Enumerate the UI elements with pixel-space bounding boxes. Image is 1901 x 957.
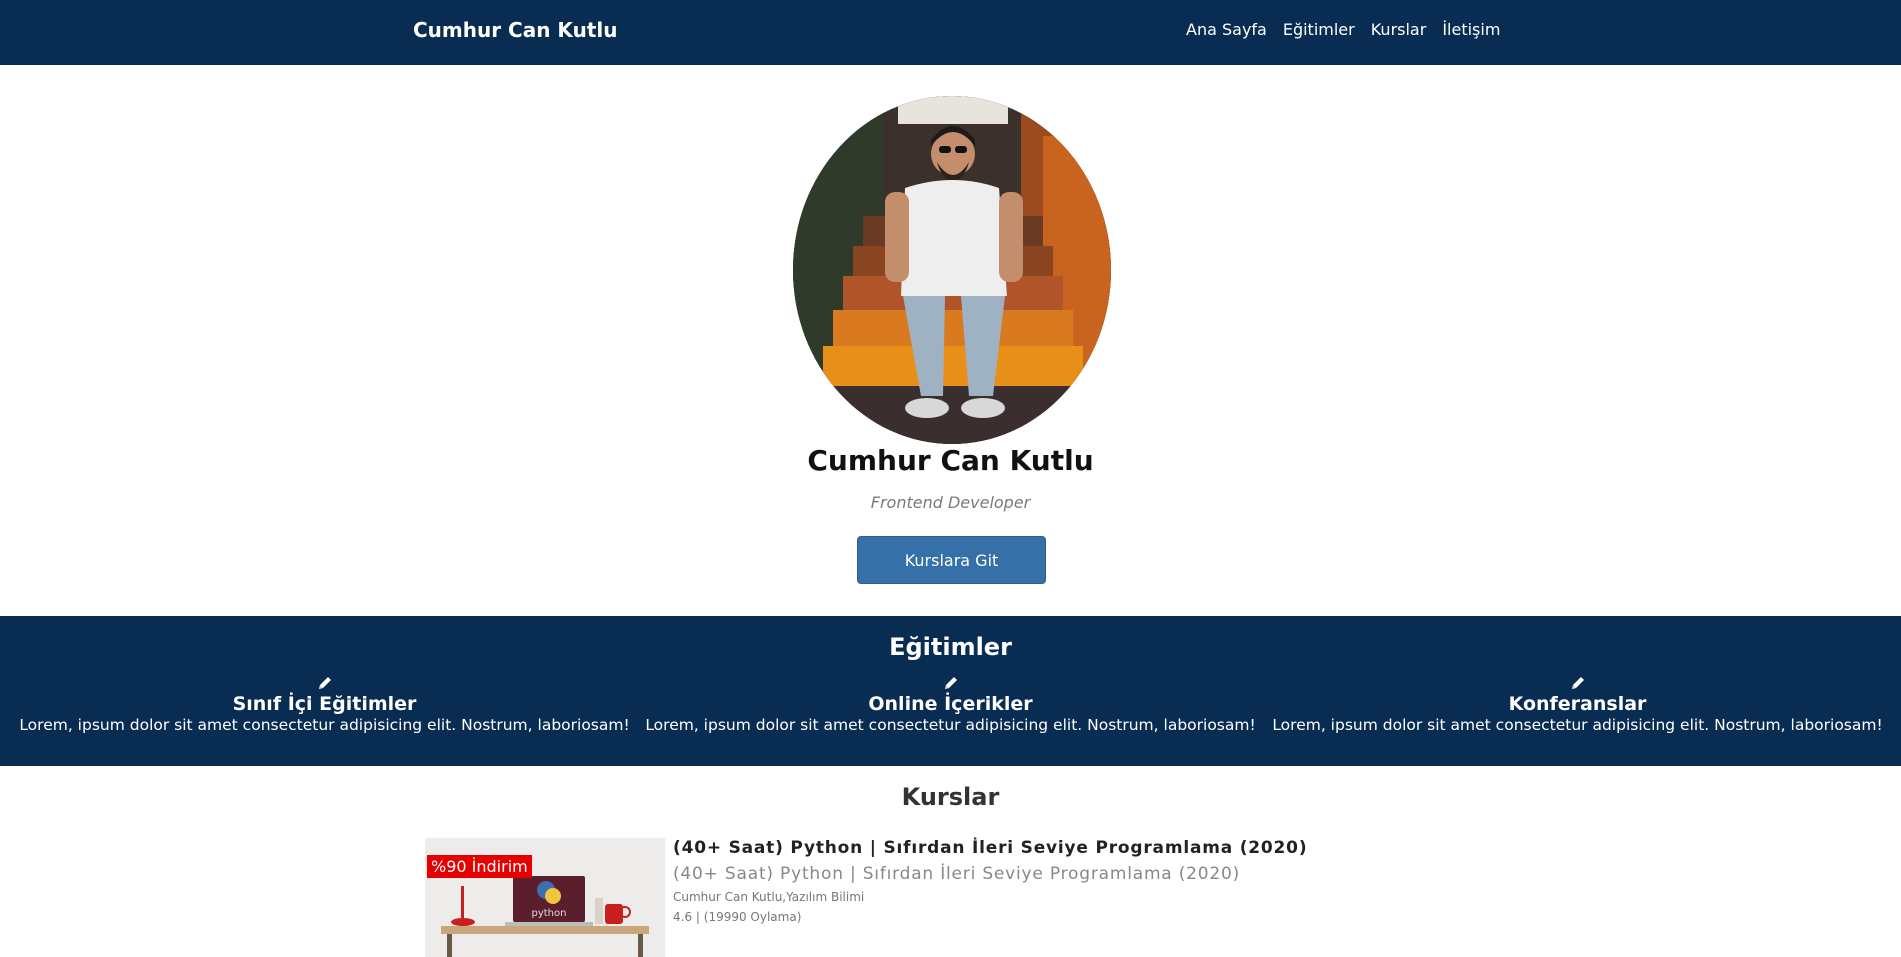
education-item: Sınıf İçi Eğitimler Lorem, ipsum dolor s… [11,674,638,734]
navbar: Cumhur Can Kutlu Ana Sayfa Eğitimler Kur… [0,0,1901,65]
course-info: (40+ Saat) Python | Sıfırdan İleri Seviy… [673,838,1307,924]
education-item-title: Sınıf İçi Eğitimler [232,693,417,715]
go-to-courses-button[interactable]: Kurslara Git [857,536,1046,584]
course-author: Cumhur Can Kutlu,Yazılım Bilimi [673,890,865,904]
hero-job-title: Frontend Developer [870,493,1031,512]
education-heading: Eğitimler [889,633,1012,661]
education-item-text: Lorem, ipsum dolor sit amet consectetur … [19,716,630,734]
education-item: Online İçerikler Lorem, ipsum dolor sit … [637,674,1264,734]
nav-link-home[interactable]: Ana Sayfa [1186,20,1267,39]
brand-logo-text[interactable]: Cumhur Can Kutlu [413,18,617,42]
pencil-icon [1571,677,1584,689]
nav-link-courses[interactable]: Kurslar [1371,20,1427,39]
pencil-icon [318,677,331,689]
profile-photo [793,96,1111,444]
pencil-icon [944,677,957,689]
thumb-text: python [532,908,567,919]
profile-avatar [793,96,1111,444]
education-section: Eğitimler Sınıf İçi Eğitimler Lorem, ips… [0,616,1901,766]
course-thumbnail[interactable]: python %90 İndirim [425,838,665,957]
education-item-title: Konferanslar [1508,693,1647,715]
education-item-text: Lorem, ipsum dolor sit amet consectetur … [645,716,1256,734]
course-title[interactable]: (40+ Saat) Python | Sıfırdan İleri Seviy… [673,838,1307,858]
nav-links: Ana Sayfa Eğitimler Kurslar İletişim [1186,20,1500,39]
courses-heading: Kurslar [901,783,1000,811]
discount-badge: %90 İndirim [427,855,532,878]
nav-link-contact[interactable]: İletişim [1442,20,1500,39]
education-item-text: Lorem, ipsum dolor sit amet consectetur … [1272,716,1883,734]
education-item: Konferanslar Lorem, ipsum dolor sit amet… [1264,674,1891,734]
course-rating: 4.6 | (19990 Oylama) [673,910,802,924]
hero-name: Cumhur Can Kutlu [807,444,1094,477]
course-subtitle: (40+ Saat) Python | Sıfırdan İleri Seviy… [673,864,1241,884]
nav-link-education[interactable]: Eğitimler [1283,20,1355,39]
education-item-title: Online İçerikler [868,693,1033,715]
